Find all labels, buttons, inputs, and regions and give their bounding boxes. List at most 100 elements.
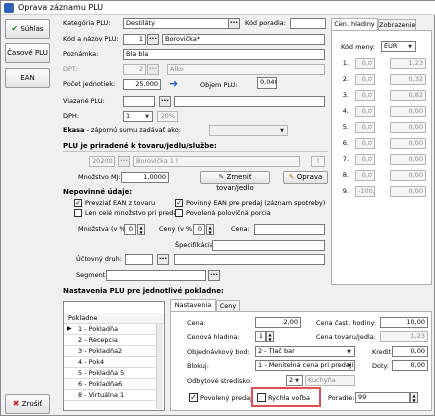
price-level-value: 0,00 xyxy=(390,138,426,149)
vat-select[interactable]: 1 ▼ xyxy=(123,111,153,122)
currency-select[interactable]: EUR ▼ xyxy=(381,41,416,52)
units-label: Počet jednotiek: xyxy=(63,80,116,88)
tax-field[interactable]: 0,00 xyxy=(392,360,428,371)
code-order-field[interactable] xyxy=(290,18,326,29)
category-label: Kategória PLU: xyxy=(63,19,111,27)
price-level-discount: 0,0 xyxy=(355,90,375,101)
price-pct-field[interactable]: 0 xyxy=(193,224,205,235)
price-pct-stepper[interactable]: ▲ ▼ xyxy=(206,224,214,235)
item-price-field: 1,23 xyxy=(380,331,428,342)
table-row[interactable]: 6 - Pokladňa6 xyxy=(64,379,157,390)
save-button[interactable]: ✔ Súhlas xyxy=(5,19,50,39)
pos-price-field[interactable]: 2,00 xyxy=(255,317,301,328)
dpt-browse-button[interactable]: ... xyxy=(147,64,159,75)
price-level-discount: 0,0 xyxy=(355,170,375,181)
price-level-number: 1. xyxy=(342,59,349,67)
whole-qty-checkbox[interactable] xyxy=(74,209,82,217)
qty-pct-field[interactable]: 0 xyxy=(124,224,136,235)
bound-plu-name-field xyxy=(174,96,325,107)
price-level-value: 0,00 xyxy=(390,186,426,197)
price-level-number: 5. xyxy=(342,123,349,131)
table-row[interactable]: ▶ 1 - Pokladňa xyxy=(64,324,157,335)
half-portion-checkbox[interactable] xyxy=(175,209,183,217)
cancel-button[interactable]: ✖ Zrušiť xyxy=(5,394,50,414)
qty-pct-stepper[interactable]: ▲ ▼ xyxy=(137,224,145,235)
qty-field[interactable]: 1,0000 xyxy=(121,172,169,183)
chevron-down-icon: ▼ xyxy=(347,349,351,355)
block-select[interactable]: 1 - Menitelná cena pri predaji ▼ xyxy=(255,360,355,371)
item-name-field: Borovička 1 l xyxy=(133,156,300,167)
price-level-value: 0,00 xyxy=(390,122,426,133)
pos-price-label: Cena: xyxy=(187,319,206,327)
order-number-field[interactable]: 99 xyxy=(355,392,410,403)
segment-browse-button[interactable]: ... xyxy=(208,270,220,281)
price-level-number: 9. xyxy=(342,187,349,195)
category-browse-button[interactable]: ... xyxy=(228,18,240,29)
title-bar: Oprava záznamu PLU xyxy=(1,1,435,15)
plu-code-browse-button[interactable]: ... xyxy=(147,34,159,45)
half-portion-label: Povolená polovičná porcia xyxy=(186,209,271,217)
bound-plu-field[interactable] xyxy=(123,96,155,107)
dpt-code-field[interactable]: 2 xyxy=(123,64,146,75)
scrollbar[interactable] xyxy=(156,324,163,409)
units-field[interactable]: 25,000 xyxy=(123,79,161,90)
price-field[interactable] xyxy=(254,224,325,235)
sales-center-select[interactable]: 2 ▼ xyxy=(286,375,303,386)
segment-field[interactable] xyxy=(106,270,206,281)
table-row[interactable]: 3 - Pokladňa2 xyxy=(64,346,157,357)
dpt-name-field: Alko xyxy=(167,64,325,75)
price-level-number: 2. xyxy=(342,75,349,83)
price-label: Cena: xyxy=(231,225,250,233)
code-name-label: Kód a názov PLU: xyxy=(63,35,119,43)
price-level-discount: 0,0 xyxy=(355,58,375,69)
cash-plu-button[interactable]: Časové PLU xyxy=(5,43,50,63)
credit-field[interactable]: 0,00 xyxy=(392,346,428,357)
hourly-price-field[interactable]: 10,00 xyxy=(380,317,428,328)
spec-field[interactable] xyxy=(212,240,325,251)
allowed-sale-checkbox[interactable]: ✓ xyxy=(189,393,198,402)
order-number-stepper[interactable]: ▲ ▼ xyxy=(410,392,418,403)
table-row[interactable]: 2 - Recepcia xyxy=(64,335,157,346)
price-level-stepper[interactable]: ▲ ▼ xyxy=(266,331,274,342)
currency-label: Kód meny: xyxy=(341,43,376,51)
chevron-down-icon: ▼ xyxy=(295,378,299,384)
order-point-select[interactable]: 2 - Tlač bar ▼ xyxy=(255,346,355,357)
required-ean-label: Povinný EAN pre predaj (záznam spotreby) xyxy=(186,199,326,207)
window-title: Oprava záznamu PLU xyxy=(18,3,104,12)
ekasa-select[interactable]: ▼ xyxy=(209,125,288,136)
table-row[interactable]: 8 - Virtuálna 1 xyxy=(64,390,157,401)
item-browse-button[interactable]: ... xyxy=(118,156,130,167)
volume-field[interactable]: 0,040 xyxy=(257,77,277,89)
edit-icon: ✎ xyxy=(218,173,225,181)
sales-center-name-field: Kuchyňa xyxy=(305,375,355,386)
take-ean-checkbox[interactable]: ✓ xyxy=(74,199,82,207)
chevron-down-icon: ▼ xyxy=(347,363,351,369)
change-item-button[interactable]: ✎ Zmeniť tovar/jedlo xyxy=(200,171,270,192)
acc-type-name-field xyxy=(174,254,325,265)
table-row[interactable]: 5 - Pokladňa 5 xyxy=(64,368,157,379)
acc-type-field[interactable] xyxy=(125,254,153,265)
item-unit-field: l xyxy=(311,156,325,167)
price-level-discount: 0,0 xyxy=(355,74,375,85)
price-level-label: Cenová hladina: xyxy=(187,333,240,341)
cancel-icon: ✖ xyxy=(12,399,20,408)
tax-label: Doty: xyxy=(372,362,390,370)
ean-button[interactable]: EAN xyxy=(5,68,50,88)
bound-plu-browse-button[interactable]: ... xyxy=(159,96,171,107)
edit-item-button[interactable]: ✎ Oprava xyxy=(283,171,328,184)
qty-pct-label: Množstva (v %): xyxy=(78,225,131,233)
price-level-value: 0,00 xyxy=(390,106,426,117)
price-level-value: 0,82 xyxy=(390,90,426,101)
category-field[interactable]: Destiláty xyxy=(123,18,240,29)
plu-code-field[interactable]: 1 xyxy=(123,34,146,45)
table-row[interactable]: 4 - Pok4 xyxy=(64,357,157,368)
dialog-window: Oprava záznamu PLU ✔ Súhlas Časové PLU E… xyxy=(0,0,435,416)
quick-choice-checkbox[interactable] xyxy=(257,393,266,402)
price-level-field[interactable]: 1 xyxy=(255,331,266,342)
dpt-label: DPT: xyxy=(63,65,78,73)
acc-type-browse-button[interactable]: ... xyxy=(157,254,169,265)
note-field[interactable]: Bla bla xyxy=(123,49,325,60)
required-ean-checkbox[interactable]: ✓ xyxy=(175,199,183,207)
price-level-value: 0,32 xyxy=(390,74,426,85)
plu-name-field[interactable]: Borovička* xyxy=(162,34,325,45)
